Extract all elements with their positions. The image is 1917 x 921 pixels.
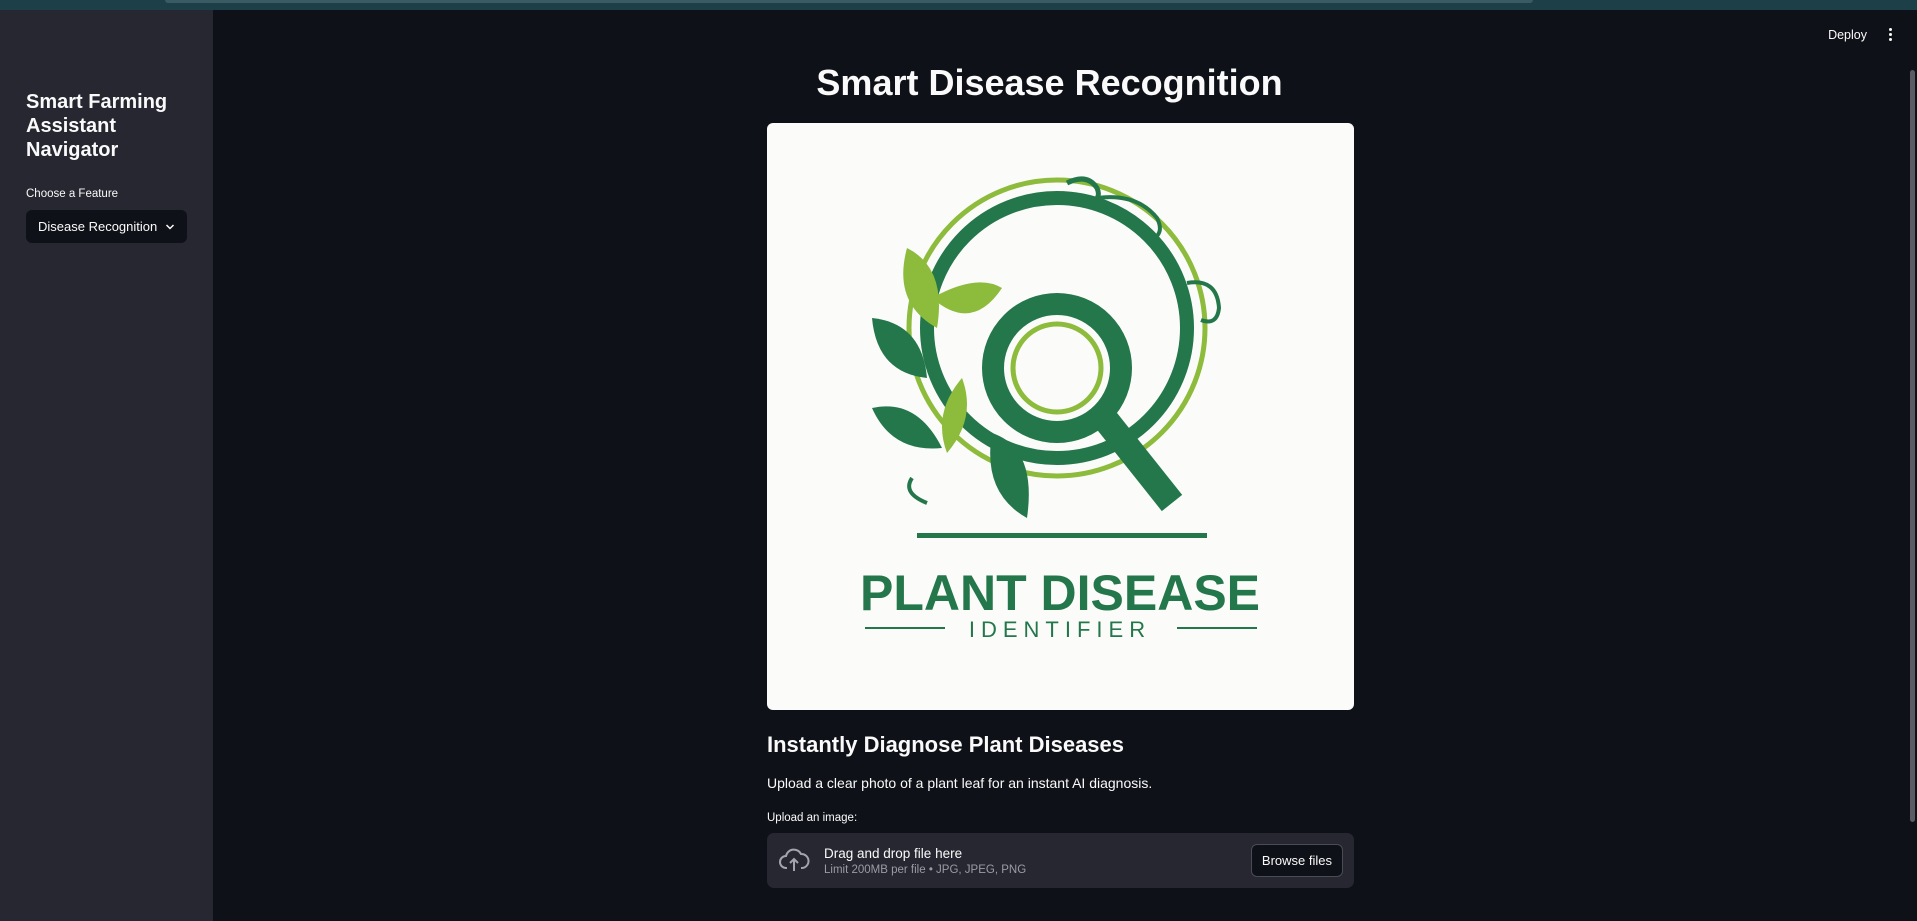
section-heading: Instantly Diagnose Plant Diseases bbox=[767, 732, 1125, 757]
logo-text-line1: PLANT DISEASE bbox=[860, 565, 1260, 621]
main-menu-icon[interactable] bbox=[1885, 26, 1897, 43]
section-description: Upload a clear photo of a plant leaf for… bbox=[767, 775, 1153, 791]
deploy-button[interactable]: Deploy bbox=[1828, 28, 1867, 42]
feature-select-value: Disease Recognition bbox=[38, 219, 158, 234]
dropzone-limit: Limit 200MB per file • JPG, JPEG, PNG bbox=[824, 863, 1027, 876]
browse-files-button[interactable]: Browse files bbox=[1250, 844, 1343, 877]
browser-top-bar bbox=[0, 0, 1917, 10]
chevron-down-icon bbox=[165, 223, 175, 230]
logo-text-line2: IDENTIFIER bbox=[969, 617, 1151, 642]
file-dropzone[interactable]: Drag and drop file here Limit 200MB per … bbox=[767, 833, 1354, 888]
sidebar: Smart Farming Assistant Navigator Choose… bbox=[0, 10, 213, 921]
cloud-upload-icon bbox=[779, 848, 810, 871]
plant-disease-logo-image: PLANT DISEASE IDENTIFIER bbox=[767, 123, 1354, 710]
upload-label: Upload an image: bbox=[767, 812, 858, 824]
dropzone-instruction: Drag and drop file here bbox=[824, 845, 963, 861]
feature-select-label: Choose a Feature bbox=[26, 188, 119, 200]
header-actions: Deploy bbox=[1828, 26, 1897, 43]
scrollbar[interactable] bbox=[1910, 70, 1915, 822]
logo-graphic: PLANT DISEASE IDENTIFIER bbox=[860, 176, 1260, 642]
dropzone-text: Drag and drop file here Limit 200MB per … bbox=[824, 846, 1251, 876]
feature-select[interactable]: Disease Recognition bbox=[26, 210, 187, 243]
page-title: Smart Disease Recognition bbox=[816, 62, 1283, 103]
sidebar-title: Smart Farming Assistant Navigator bbox=[26, 91, 168, 161]
top-bar-strip bbox=[165, 0, 1533, 3]
